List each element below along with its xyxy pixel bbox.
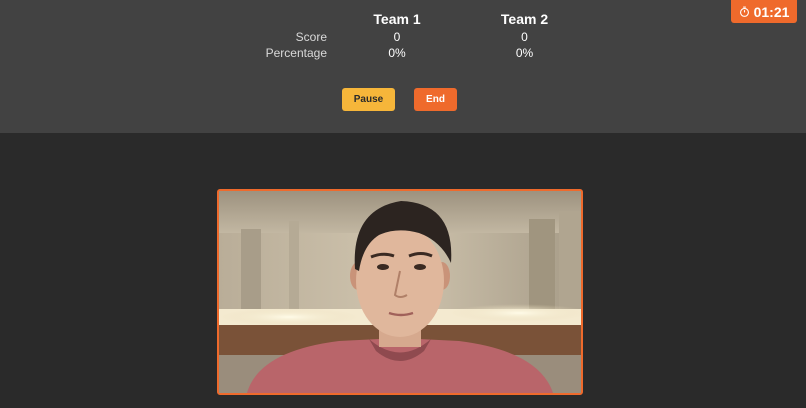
pause-button[interactable]: Pause [342, 88, 395, 111]
timer-value: 01:21 [753, 3, 790, 20]
team-2-score: 0 [521, 30, 528, 44]
webcam-feed [217, 189, 583, 395]
stopwatch-icon [739, 6, 749, 17]
team-2-header: Team 2 [500, 11, 549, 27]
webcam-image [219, 191, 581, 393]
team-1-header: Team 1 [373, 11, 421, 27]
timer-badge: 01:21 [731, 0, 797, 23]
end-button[interactable]: End [414, 88, 457, 111]
team-1-score: 0 [393, 30, 401, 44]
team-1-percentage: 0% [388, 46, 406, 60]
score-row-label: Score [295, 30, 327, 44]
team-2-percentage: 0% [515, 46, 534, 60]
percentage-row-label: Percentage [265, 46, 327, 60]
header-spacer [250, 10, 327, 29]
score-table: Team 1 Team 2 Score 0 0 Percentage 0% 0% [250, 10, 582, 61]
